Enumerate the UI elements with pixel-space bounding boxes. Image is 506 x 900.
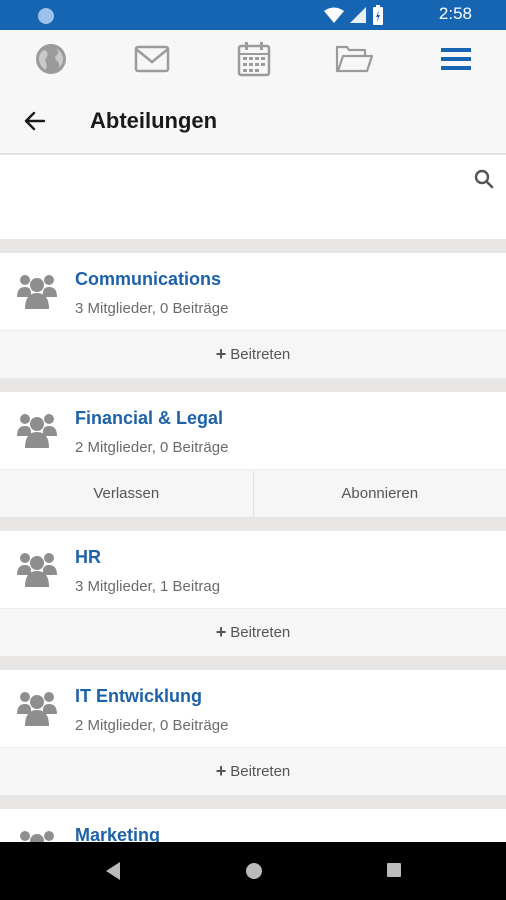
subscribe-button[interactable]: Abonnieren [252,470,506,517]
folder-icon [335,45,373,73]
plus-icon: + [215,622,227,642]
list-item: HR 3 Mitglieder, 1 Beitrag + Beitreten [0,531,506,656]
group-meta: 3 Mitglieder, 1 Beitrag [75,578,221,595]
group-info[interactable]: Communications 3 Mitglieder, 0 Beiträge [0,253,506,330]
group-icon [17,553,57,587]
search-bar [0,155,506,239]
subscribe-label: Abonnieren [341,485,419,502]
status-icons [324,5,384,25]
back-triangle-icon[interactable] [104,861,122,881]
plus-icon: + [215,344,227,364]
join-button[interactable]: + Beitreten [0,609,506,656]
signal-icon [350,7,366,23]
group-icon [17,414,57,448]
nav-mail-button[interactable] [132,40,172,78]
globe-icon [36,44,66,74]
group-info[interactable]: IT Entwicklung 2 Mitglieder, 0 Beiträge [0,670,506,747]
group-name[interactable]: IT Entwicklung [75,686,202,707]
group-info[interactable]: Financial & Legal 2 Mitglieder, 0 Beiträ… [0,392,506,469]
system-nav-bar [0,842,506,900]
status-bar: 2:58 [0,0,506,30]
list-item: Financial & Legal 2 Mitglieder, 0 Beiträ… [0,392,506,517]
list-item: Communications 3 Mitglieder, 0 Beiträge … [0,253,506,378]
menu-icon [441,48,471,70]
clock: 2:58 [438,4,472,23]
page-header: Abteilungen [0,88,506,154]
join-label: Beitreten [230,624,291,641]
group-actions: + Beitreten [0,608,506,656]
join-button[interactable]: + Beitreten [0,748,506,795]
list-item: IT Entwicklung 2 Mitglieder, 0 Beiträge … [0,670,506,795]
calendar-icon [237,42,271,77]
join-button[interactable]: + Beitreten [0,331,506,378]
group-list: Communications 3 Mitglieder, 0 Beiträge … [0,253,506,900]
search-input[interactable] [16,165,456,195]
arrow-left-icon [24,111,46,131]
nav-calendar-button[interactable] [234,40,274,78]
top-nav [0,30,506,88]
group-meta: 2 Mitglieder, 0 Beiträge [75,439,229,456]
home-circle-icon[interactable] [244,861,264,881]
plus-icon: + [215,761,227,781]
join-label: Beitreten [230,346,291,363]
notification-dot-icon [38,8,54,24]
group-icon [17,692,57,726]
wifi-icon [324,7,344,23]
group-actions: + Beitreten [0,747,506,795]
mail-icon [134,45,170,73]
group-icon [17,275,57,309]
group-actions: Verlassen Abonnieren [0,469,506,517]
nav-folder-button[interactable] [334,40,374,78]
back-button[interactable] [20,106,50,136]
leave-label: Verlassen [93,485,160,502]
join-label: Beitreten [230,763,291,780]
group-actions: + Beitreten [0,330,506,378]
group-meta: 2 Mitglieder, 0 Beiträge [75,717,229,734]
group-name[interactable]: Communications [75,269,221,290]
leave-button[interactable]: Verlassen [0,470,253,517]
nav-menu-button[interactable] [436,40,476,78]
battery-icon [373,5,383,25]
recents-square-icon[interactable] [385,861,403,879]
search-icon[interactable] [474,169,494,189]
group-meta: 3 Mitglieder, 0 Beiträge [75,300,229,317]
group-info[interactable]: HR 3 Mitglieder, 1 Beitrag [0,531,506,608]
page-title: Abteilungen [90,108,218,133]
nav-globe-button[interactable] [31,40,71,78]
group-name[interactable]: HR [75,547,101,568]
group-name[interactable]: Financial & Legal [75,408,223,429]
